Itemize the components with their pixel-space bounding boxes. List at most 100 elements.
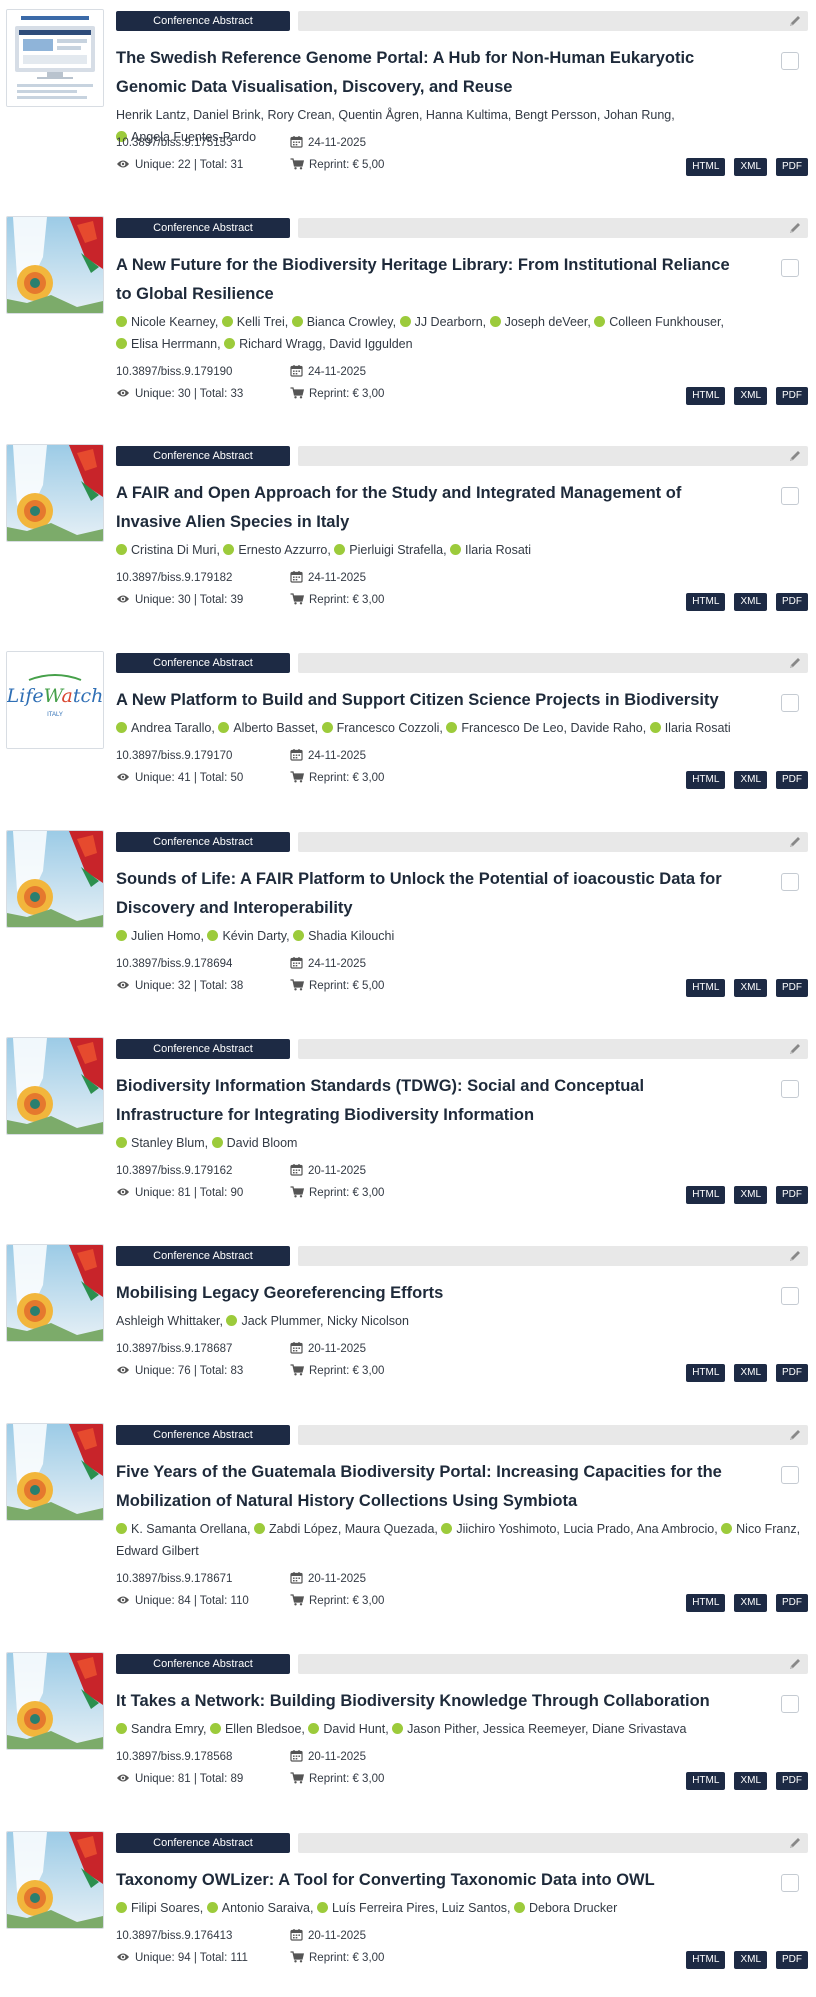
select-article-checkbox[interactable] (781, 1287, 799, 1305)
format-pdf-button[interactable]: PDF (776, 1594, 808, 1612)
article-doi[interactable]: 10.3897/biss.9.178694 (116, 955, 232, 973)
author-link[interactable]: Shadia Kilouchi (293, 929, 394, 943)
select-article-checkbox[interactable] (781, 1466, 799, 1484)
author-link[interactable]: Colleen Funkhouser (594, 315, 720, 329)
author-link[interactable]: Henrik Lantz (116, 108, 186, 122)
orcid-icon[interactable] (221, 316, 233, 327)
reprint-link[interactable]: Reprint: € 3,00 (290, 1184, 384, 1204)
orcid-icon[interactable] (226, 1315, 238, 1326)
article-title-link[interactable]: It Takes a Network: Building Biodiversit… (116, 1687, 736, 1716)
format-xml-button[interactable]: XML (734, 1951, 767, 1969)
format-html-button[interactable]: HTML (686, 979, 726, 997)
author-link[interactable]: Debora Drucker (514, 1901, 617, 1915)
author-link[interactable]: Jessica Reemeyer (483, 1722, 585, 1736)
author-link[interactable]: Richard Wragg (224, 337, 322, 351)
format-pdf-button[interactable]: PDF (776, 593, 808, 611)
orcid-icon[interactable] (224, 338, 236, 349)
select-article-checkbox[interactable] (781, 52, 799, 70)
orcid-icon[interactable] (223, 544, 235, 555)
author-link[interactable]: Daniel Brink (193, 108, 260, 122)
article-doi[interactable]: 10.3897/biss.9.179190 (116, 363, 232, 381)
select-article-checkbox[interactable] (781, 1874, 799, 1892)
format-html-button[interactable]: HTML (686, 387, 726, 405)
orcid-icon[interactable] (308, 1723, 320, 1734)
orcid-icon[interactable] (489, 316, 501, 327)
select-article-checkbox[interactable] (781, 259, 799, 277)
author-link[interactable]: Quentin Ågren (338, 108, 419, 122)
select-article-checkbox[interactable] (781, 694, 799, 712)
author-link[interactable]: Ilaria Rosati (649, 721, 731, 735)
pencil-icon[interactable] (788, 1428, 802, 1442)
author-link[interactable]: Diane Srivastava (592, 1722, 687, 1736)
orcid-icon[interactable] (206, 1902, 218, 1913)
orcid-icon[interactable] (116, 1137, 127, 1148)
author-link[interactable]: Jiichiro Yoshimoto (441, 1522, 556, 1536)
article-title-link[interactable]: A New Future for the Biodiversity Herita… (116, 251, 736, 309)
article-doi[interactable]: 10.3897/biss.9.175153 (116, 134, 232, 152)
article-doi[interactable]: 10.3897/biss.9.176413 (116, 1927, 232, 1945)
article-title-link[interactable]: Biodiversity Information Standards (TDWG… (116, 1072, 736, 1130)
article-thumbnail[interactable] (6, 216, 104, 314)
author-link[interactable]: Jack Plummer (226, 1314, 320, 1328)
author-link[interactable]: Maura Quezada (345, 1522, 435, 1536)
reprint-link[interactable]: Reprint: € 3,00 (290, 1592, 384, 1612)
author-link[interactable]: Francesco De Leo (446, 721, 564, 735)
article-title-link[interactable]: Taxonomy OWLizer: A Tool for Converting … (116, 1866, 736, 1895)
orcid-icon[interactable] (116, 338, 127, 349)
orcid-icon[interactable] (116, 722, 127, 733)
format-xml-button[interactable]: XML (734, 1364, 767, 1382)
format-xml-button[interactable]: XML (734, 1772, 767, 1790)
author-link[interactable]: Ashleigh Whittaker (116, 1314, 220, 1328)
author-link[interactable]: Nicky Nicolson (327, 1314, 409, 1328)
format-xml-button[interactable]: XML (734, 1594, 767, 1612)
pencil-icon[interactable] (788, 1042, 802, 1056)
select-article-checkbox[interactable] (781, 487, 799, 505)
format-xml-button[interactable]: XML (734, 593, 767, 611)
article-doi[interactable]: 10.3897/biss.9.179170 (116, 747, 232, 765)
orcid-icon[interactable] (116, 316, 127, 327)
author-link[interactable]: Julien Homo (116, 929, 200, 943)
article-thumbnail[interactable] (6, 1244, 104, 1342)
format-pdf-button[interactable]: PDF (776, 158, 808, 176)
article-doi[interactable]: 10.3897/biss.9.178687 (116, 1340, 232, 1358)
article-doi[interactable]: 10.3897/biss.9.179182 (116, 569, 232, 587)
orcid-icon[interactable] (321, 722, 333, 733)
orcid-icon[interactable] (334, 544, 346, 555)
article-thumbnail[interactable] (6, 1831, 104, 1929)
article-title-link[interactable]: Five Years of the Guatemala Biodiversity… (116, 1458, 736, 1516)
orcid-icon[interactable] (316, 1902, 328, 1913)
orcid-icon[interactable] (207, 930, 219, 941)
author-link[interactable]: Joseph deVeer (489, 315, 587, 329)
format-html-button[interactable]: HTML (686, 1772, 726, 1790)
article-thumbnail[interactable] (6, 1652, 104, 1750)
format-pdf-button[interactable]: PDF (776, 979, 808, 997)
format-xml-button[interactable]: XML (734, 771, 767, 789)
pencil-icon[interactable] (788, 449, 802, 463)
reprint-link[interactable]: Reprint: € 5,00 (290, 977, 384, 997)
author-link[interactable]: Francesco Cozzoli (321, 721, 439, 735)
author-link[interactable]: Jason Pither (392, 1722, 476, 1736)
pencil-icon[interactable] (788, 835, 802, 849)
format-pdf-button[interactable]: PDF (776, 1186, 808, 1204)
author-link[interactable]: Ana Ambrocio (636, 1522, 714, 1536)
orcid-icon[interactable] (514, 1902, 525, 1913)
author-link[interactable]: Kelli Trei (221, 315, 285, 329)
author-link[interactable]: Andrea Tarallo (116, 721, 211, 735)
author-link[interactable]: Stanley Blum (116, 1136, 205, 1150)
pencil-icon[interactable] (788, 1249, 802, 1263)
format-xml-button[interactable]: XML (734, 158, 767, 176)
author-link[interactable]: Rory Crean (267, 108, 331, 122)
author-link[interactable]: David Iggulden (329, 337, 412, 351)
format-pdf-button[interactable]: PDF (776, 1951, 808, 1969)
format-html-button[interactable]: HTML (686, 771, 726, 789)
author-link[interactable]: Pierluigi Strafella (334, 543, 443, 557)
format-html-button[interactable]: HTML (686, 1594, 726, 1612)
orcid-icon[interactable] (116, 1723, 127, 1734)
orcid-icon[interactable] (209, 1723, 221, 1734)
format-html-button[interactable]: HTML (686, 1951, 726, 1969)
article-doi[interactable]: 10.3897/biss.9.178568 (116, 1748, 232, 1766)
author-link[interactable]: Filipi Soares (116, 1901, 200, 1915)
select-article-checkbox[interactable] (781, 1080, 799, 1098)
format-pdf-button[interactable]: PDF (776, 387, 808, 405)
format-xml-button[interactable]: XML (734, 387, 767, 405)
